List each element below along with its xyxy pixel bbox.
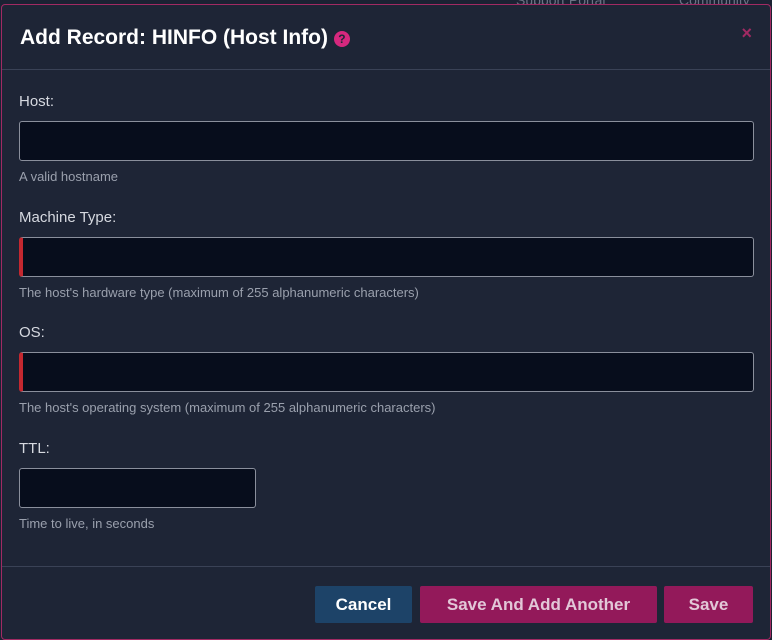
host-field-group: Host: A valid hostname	[19, 93, 754, 184]
modal-header: Add Record: HINFO (Host Info) ? ×	[2, 5, 770, 70]
modal-title-row: Add Record: HINFO (Host Info) ?	[20, 26, 350, 50]
host-label: Host:	[19, 93, 55, 110]
help-icon[interactable]: ?	[333, 31, 350, 47]
machine-type-field-group: Machine Type: The host's hardware type (…	[19, 209, 754, 300]
ttl-field-group: TTL: Time to live, in seconds	[19, 440, 256, 531]
close-icon[interactable]: ×	[741, 23, 752, 44]
ttl-hint: Time to live, in seconds	[19, 516, 155, 531]
os-field-group: OS: The host's operating system (maximum…	[19, 324, 754, 415]
machine-type-label: Machine Type:	[19, 209, 117, 226]
os-label: OS:	[19, 324, 45, 341]
modal-title: Add Record: HINFO (Host Info)	[20, 26, 328, 49]
cancel-button[interactable]: Cancel	[315, 586, 412, 623]
ttl-input[interactable]	[19, 468, 256, 508]
machine-type-input[interactable]	[19, 237, 754, 277]
os-input[interactable]	[19, 352, 754, 392]
machine-type-hint: The host's hardware type (maximum of 255…	[19, 285, 419, 300]
host-input[interactable]	[19, 121, 754, 161]
os-hint: The host's operating system (maximum of …	[19, 400, 436, 415]
add-record-modal: Add Record: HINFO (Host Info) ? × Host: …	[1, 4, 771, 640]
host-hint: A valid hostname	[19, 169, 119, 184]
ttl-label: TTL:	[19, 440, 50, 457]
save-and-add-another-button[interactable]: Save And Add Another	[420, 586, 657, 623]
modal-body: Host: A valid hostname Machine Type: The…	[2, 70, 770, 566]
modal-footer: Cancel Save And Add Another Save	[2, 566, 770, 639]
save-button[interactable]: Save	[664, 586, 753, 623]
